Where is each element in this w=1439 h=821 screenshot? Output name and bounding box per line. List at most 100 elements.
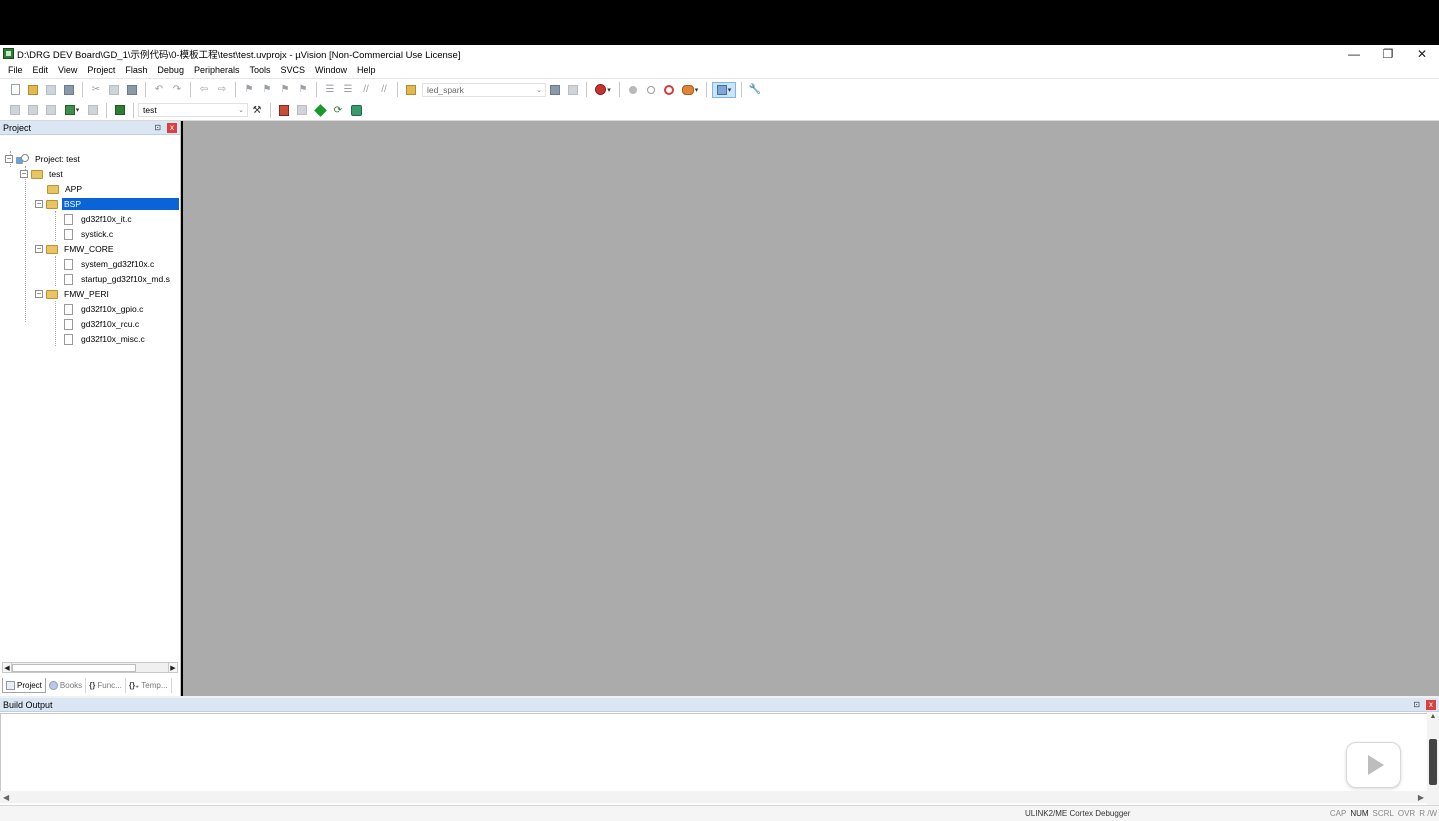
close-panel-button[interactable]: x [1426, 699, 1436, 710]
download-button[interactable] [112, 102, 128, 118]
tree-node-group-bsp[interactable]: − BSP [35, 197, 179, 211]
save-button[interactable] [43, 82, 59, 98]
menu-peripherals[interactable]: Peripherals [189, 65, 245, 75]
tree-node-file[interactable]: gd32f10x_it.c [64, 212, 134, 226]
select-packs-button[interactable] [312, 102, 328, 118]
pin-icon[interactable]: ⊡ [154, 123, 161, 132]
tree-node-file[interactable]: startup_gd32f10x_md.s [64, 272, 172, 286]
insert-breakpoint-button[interactable] [625, 82, 641, 98]
menu-project[interactable]: Project [82, 65, 120, 75]
pin-icon[interactable]: ⊡ [1413, 700, 1420, 709]
scroll-right-icon[interactable]: ▶ [1418, 793, 1424, 802]
menu-debug[interactable]: Debug [152, 65, 189, 75]
indent-button[interactable]: ☰ [322, 82, 338, 98]
build-output-horizontal-scrollbar[interactable]: ◀ ▶ [0, 791, 1427, 803]
video-play-overlay[interactable] [1346, 742, 1401, 788]
menu-window[interactable]: Window [310, 65, 352, 75]
cut-button[interactable]: ✂ [88, 82, 104, 98]
unindent-button[interactable]: ☰ [340, 82, 356, 98]
scroll-thumb[interactable] [12, 664, 136, 672]
collapse-toggle-icon[interactable]: − [35, 245, 43, 253]
bookmark-toggle-button[interactable]: ⚑ [241, 82, 257, 98]
collapse-toggle-icon[interactable]: − [5, 155, 13, 163]
save-all-button[interactable] [61, 82, 77, 98]
manage-breakpoints-button[interactable]: ▾ [679, 82, 701, 98]
copy-button[interactable] [106, 82, 122, 98]
collapse-toggle-icon[interactable]: − [20, 170, 28, 178]
configure-button[interactable]: 🔧 [747, 82, 763, 98]
tab-project[interactable]: Project [2, 678, 46, 693]
editor-area[interactable] [183, 121, 1439, 696]
open-file-button[interactable] [25, 82, 41, 98]
toolbar-separator [235, 82, 236, 97]
manage-rte-button[interactable]: ⟳ [330, 102, 346, 118]
tree-node-target[interactable]: − test [20, 167, 65, 181]
tree-node-file[interactable]: systick.c [64, 227, 115, 241]
scroll-thumb[interactable] [1429, 739, 1437, 785]
scroll-left-icon[interactable]: ◀ [3, 793, 9, 802]
rebuild-button[interactable] [43, 102, 59, 118]
tree-node-file[interactable]: gd32f10x_misc.c [64, 332, 147, 346]
minimize-button[interactable]: — [1337, 45, 1371, 62]
comment-button[interactable]: // [358, 82, 374, 98]
build-output-text[interactable] [0, 713, 1427, 791]
tab-books[interactable]: Books [46, 678, 87, 693]
collapse-toggle-icon[interactable]: − [35, 290, 43, 298]
tree-node-file[interactable]: system_gd32f10x.c [64, 257, 156, 271]
kill-breakpoints-button[interactable] [661, 82, 677, 98]
collapse-toggle-icon[interactable]: − [35, 200, 43, 208]
scroll-track[interactable] [12, 662, 168, 673]
scroll-left-icon[interactable]: ◀ [2, 662, 12, 673]
build-output-vertical-scrollbar[interactable]: ▲ [1427, 713, 1439, 805]
target-options-button[interactable]: ⚒ [249, 102, 265, 118]
menu-edit[interactable]: Edit [28, 65, 54, 75]
disable-breakpoint-button[interactable] [643, 82, 659, 98]
project-horizontal-scrollbar[interactable]: ◀ ▶ [2, 662, 178, 673]
redo-button[interactable]: ↷ [169, 82, 185, 98]
config-combo[interactable]: led_spark ⌄ [422, 82, 546, 97]
find-in-files-button[interactable] [403, 82, 419, 98]
menu-flash[interactable]: Flash [120, 65, 152, 75]
find-button[interactable] [547, 82, 563, 98]
paste-button[interactable] [124, 82, 140, 98]
pack-installer-button[interactable] [348, 102, 364, 118]
books-tab-icon [48, 681, 58, 690]
bookmark-next-button[interactable]: ⚑ [277, 82, 293, 98]
close-button[interactable]: ✕ [1405, 45, 1439, 62]
restore-button[interactable]: ❐ [1371, 45, 1405, 62]
scroll-right-icon[interactable]: ▶ [168, 662, 178, 673]
uncomment-button[interactable]: // [376, 82, 392, 98]
incremental-find-button[interactable] [565, 82, 581, 98]
tab-templates[interactable]: {}₊ Temp... [126, 678, 172, 693]
file-extensions-button[interactable] [276, 102, 292, 118]
new-file-button[interactable] [7, 82, 23, 98]
menu-help[interactable]: Help [352, 65, 381, 75]
translate-button[interactable] [7, 102, 23, 118]
menu-view[interactable]: View [53, 65, 82, 75]
tab-functions[interactable]: {} Func... [86, 678, 126, 693]
navigate-back-button[interactable]: ⇦ [196, 82, 212, 98]
tree-node-project[interactable]: − Project: test [5, 152, 82, 166]
tree-node-file[interactable]: gd32f10x_gpio.c [64, 302, 145, 316]
debug-session-button[interactable]: ▾ [592, 82, 614, 98]
bookmark-prev-button[interactable]: ⚑ [259, 82, 275, 98]
menu-tools[interactable]: Tools [244, 65, 275, 75]
undo-button[interactable]: ↶ [151, 82, 167, 98]
window-layout-button[interactable]: ▾ [712, 81, 736, 98]
close-panel-button[interactable]: x [167, 122, 177, 133]
bookmark-clear-button[interactable]: ⚑ [295, 82, 311, 98]
file-extensions-icon [279, 104, 289, 116]
tree-node-group-fmw-core[interactable]: − FMW_CORE [35, 242, 116, 256]
build-button[interactable] [25, 102, 41, 118]
stop-build-button[interactable] [85, 102, 101, 118]
tree-node-file[interactable]: gd32f10x_rcu.c [64, 317, 141, 331]
menu-file[interactable]: File [3, 65, 28, 75]
tree-node-group-fmw-peri[interactable]: − FMW_PERI [35, 287, 111, 301]
batch-build-button[interactable]: ▾ [61, 102, 83, 118]
navigate-forward-button[interactable]: ⇨ [214, 82, 230, 98]
tree-node-group-app[interactable]: APP [47, 182, 84, 196]
target-combo[interactable]: test ⌄ [138, 103, 248, 117]
scroll-up-icon[interactable]: ▲ [1427, 713, 1439, 720]
menu-svcs[interactable]: SVCS [276, 65, 311, 75]
manage-project-items-button[interactable] [294, 102, 310, 118]
